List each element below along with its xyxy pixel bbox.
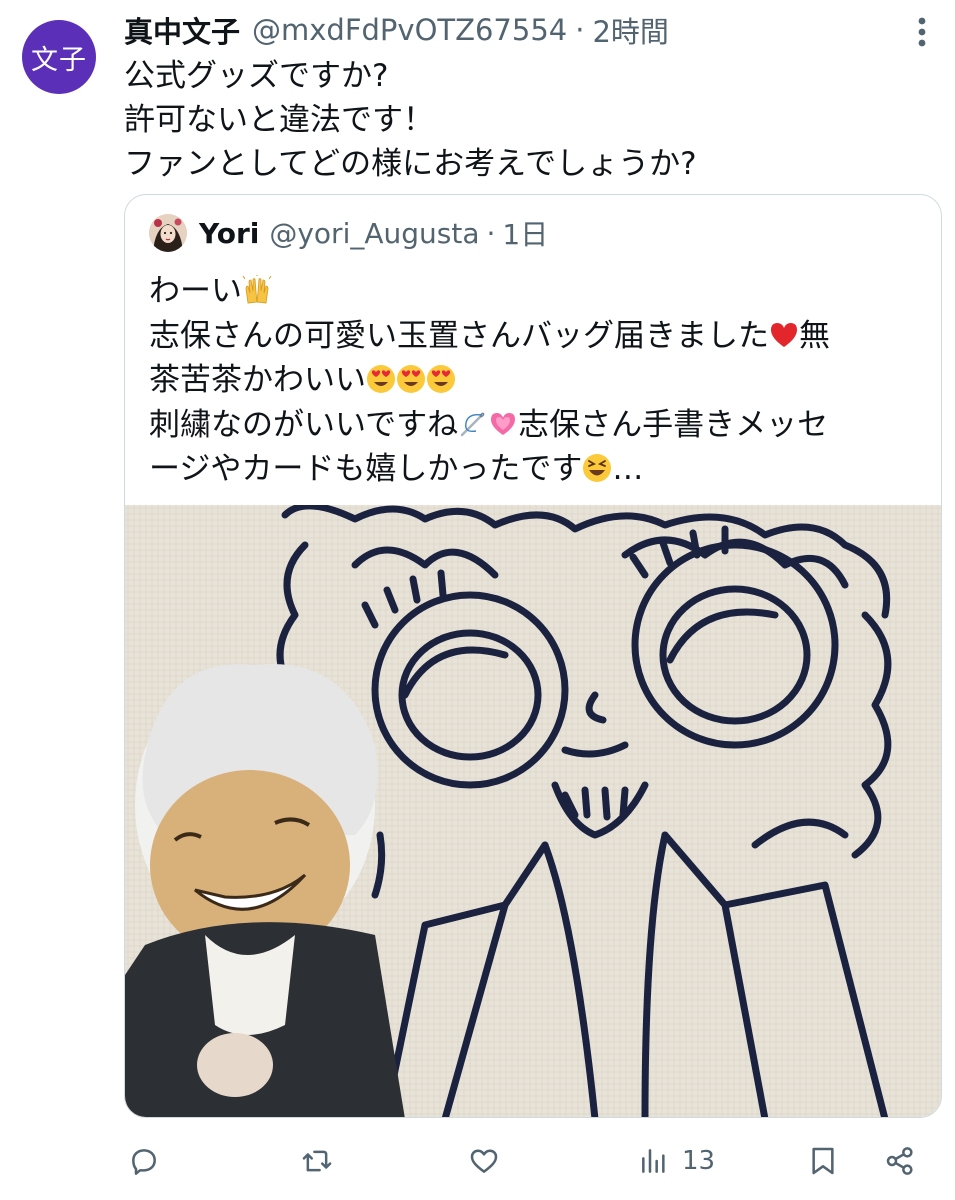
reply-icon bbox=[132, 1149, 156, 1175]
avatar-text: 文子 bbox=[31, 44, 87, 76]
reply-button[interactable] bbox=[128, 1136, 160, 1186]
separator-dot: · bbox=[575, 13, 585, 47]
tweet-text-line: ファンとしてどの様にお考えでしょうか? bbox=[124, 146, 697, 182]
red-heart-emoji bbox=[771, 322, 797, 347]
tweet-action-bar: 13 bbox=[124, 1136, 930, 1186]
share-icon bbox=[886, 1147, 913, 1175]
views-icon bbox=[642, 1149, 665, 1173]
raised-hands-emoji bbox=[242, 275, 272, 304]
quoted-tweet[interactable]: Yori @yori_Augusta · 1日 わーい 志保さんの可愛い玉置さん… bbox=[124, 194, 942, 1118]
like-button[interactable] bbox=[468, 1136, 500, 1186]
quoted-text-fragment: わーい bbox=[149, 273, 242, 309]
bookmark-icon bbox=[812, 1147, 834, 1175]
quoted-text-line: ージやカードも嬉しかったです … bbox=[149, 447, 919, 492]
quoted-text-fragment: 茶苦茶かわいい bbox=[149, 362, 366, 398]
retweet-button[interactable] bbox=[300, 1136, 334, 1186]
quoted-display-name[interactable]: Yori bbox=[199, 217, 259, 250]
quoted-avatar-image bbox=[149, 214, 187, 252]
views-count: 13 bbox=[682, 1146, 716, 1176]
embroidered-bag-photo bbox=[125, 505, 941, 1117]
quoted-text-line: わーい bbox=[149, 269, 919, 314]
quoted-tweet-text: わーい 志保さんの可愛い玉置さんバッグ届きました 無 茶苦茶かわいい 刺繍なのが… bbox=[149, 269, 919, 492]
author-avatar[interactable]: 文子 bbox=[22, 20, 96, 94]
quoted-author-avatar[interactable] bbox=[149, 214, 187, 252]
like-icon bbox=[470, 1149, 498, 1173]
tweet-text: 公式グッズですか? 許可ないと違法です！ ファンとしてどの様にお考えでしょうか? bbox=[124, 54, 924, 186]
quoted-text-fragment: 志保さん手書きメッセ bbox=[518, 406, 829, 443]
views-button[interactable]: 13 bbox=[638, 1136, 715, 1186]
separator-dot: · bbox=[486, 216, 496, 250]
quoted-text-fragment: ージやカードも嬉しかったです bbox=[149, 451, 583, 487]
tweet-timestamp[interactable]: 2時間 bbox=[592, 9, 668, 51]
quoted-text-fragment: 刺繍なのがいいですね bbox=[149, 406, 459, 443]
quoted-media-photo[interactable] bbox=[125, 505, 941, 1117]
tweet-text-line: 許可ないと違法です！ bbox=[124, 102, 434, 138]
tweet[interactable]: 文子 真中文子 @mxdFdPvOTZ67554 · 2時間 公式グッズですか?… bbox=[0, 0, 955, 1200]
author-handle[interactable]: @mxdFdPvOTZ67554 bbox=[252, 13, 567, 47]
quoted-tweet-header: Yori @yori_Augusta · 1日 bbox=[149, 213, 548, 253]
heart-eyes-emoji bbox=[427, 365, 455, 393]
tweet-header: 真中文子 @mxdFdPvOTZ67554 · 2時間 bbox=[124, 8, 669, 52]
share-button[interactable] bbox=[884, 1136, 916, 1186]
quoted-timestamp[interactable]: 1日 bbox=[502, 213, 548, 253]
quoted-text-fragment: 志保さんの可愛い玉置さんバッグ届きました bbox=[149, 317, 769, 354]
quoted-handle[interactable]: @yori_Augusta bbox=[269, 217, 479, 250]
more-vertical-icon bbox=[918, 17, 926, 47]
quoted-text-fragment: … bbox=[612, 451, 644, 487]
quoted-text-line: 志保さんの可愛い玉置さんバッグ届きました 無 bbox=[149, 314, 919, 359]
quoted-text-fragment: 無 bbox=[799, 317, 830, 354]
retweet-icon bbox=[302, 1150, 332, 1172]
bookmark-button[interactable] bbox=[808, 1136, 838, 1186]
laughing-emoji bbox=[583, 454, 612, 482]
tweet-text-line: 公式グッズですか? bbox=[124, 58, 389, 94]
more-options-button[interactable] bbox=[907, 14, 937, 50]
sewing-needle-emoji bbox=[460, 412, 485, 436]
heart-eyes-emoji bbox=[397, 365, 425, 393]
heart-eyes-emoji bbox=[367, 365, 395, 393]
quoted-text-line: 刺繍なのがいいですね 志保さん手書きメッセ bbox=[149, 403, 919, 448]
growing-heart-emoji bbox=[491, 412, 516, 435]
quoted-text-line: 茶苦茶かわいい bbox=[149, 358, 919, 403]
author-display-name[interactable]: 真中文子 bbox=[124, 9, 240, 51]
